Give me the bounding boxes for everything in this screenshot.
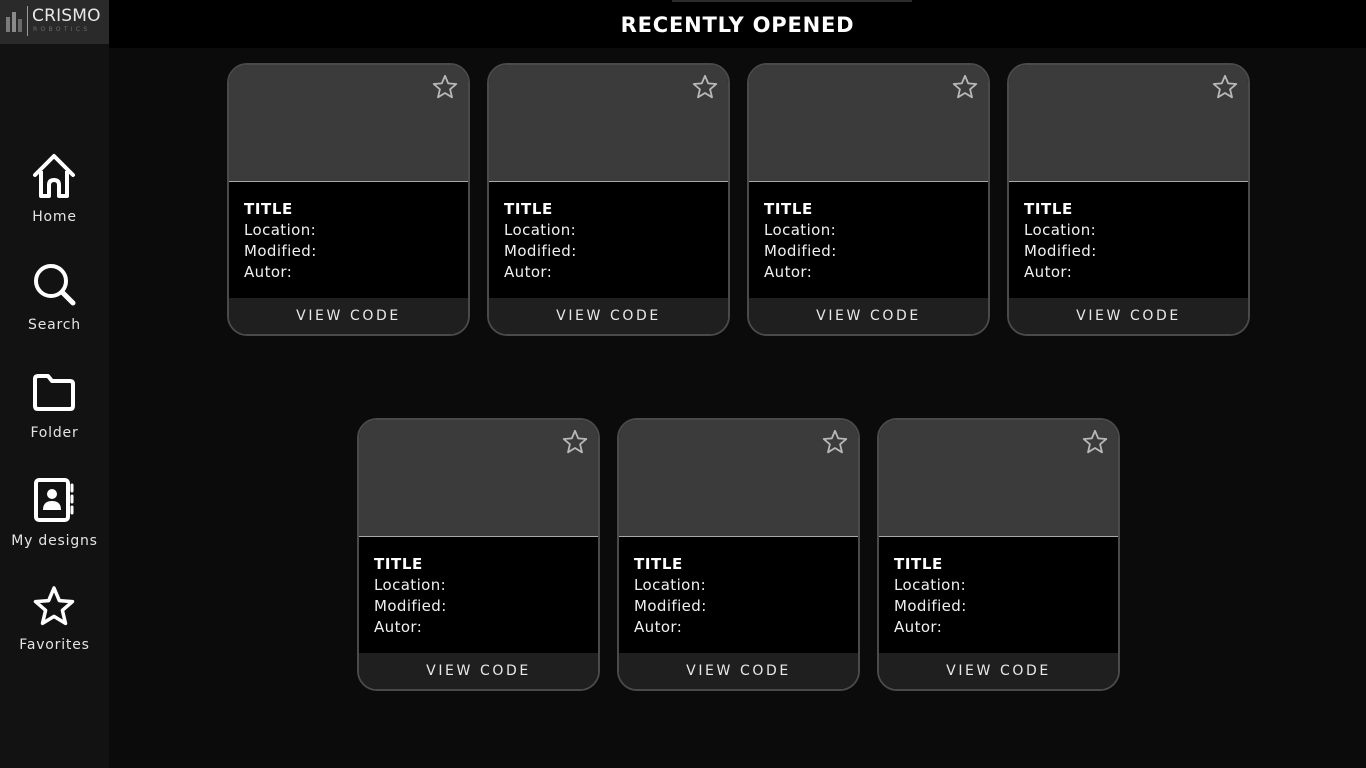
view-code-button[interactable]: VIEW CODE	[879, 653, 1118, 689]
search-icon	[34, 264, 76, 306]
favorite-star-icon[interactable]	[432, 74, 458, 100]
card-author: Autor:	[634, 618, 683, 636]
card-info: TITLE Location: Modified: Autor:	[1024, 199, 1234, 283]
view-code-button[interactable]: VIEW CODE	[229, 298, 468, 334]
design-card[interactable]: TITLE Location: Modified: Autor: VIEW CODE	[487, 63, 730, 336]
card-title: TITLE	[244, 200, 293, 218]
design-card[interactable]: TITLE Location: Modified: Autor: VIEW CODE	[227, 63, 470, 336]
favorite-star-icon[interactable]	[692, 74, 718, 100]
favorite-star-icon[interactable]	[562, 429, 588, 455]
card-info: TITLE Location: Modified: Autor:	[504, 199, 714, 283]
card-author: Autor:	[374, 618, 423, 636]
contact-book-icon	[34, 478, 74, 522]
card-title: TITLE	[764, 200, 813, 218]
nav-search-label: Search	[28, 317, 81, 333]
card-info: TITLE Location: Modified: Autor:	[374, 554, 584, 638]
card-location: Location:	[634, 576, 707, 594]
nav-home-label: Home	[32, 209, 77, 225]
view-code-button[interactable]: VIEW CODE	[359, 653, 598, 689]
star-icon	[33, 586, 75, 626]
card-modified: Modified:	[504, 242, 577, 260]
card-title: TITLE	[634, 555, 683, 573]
card-author: Autor:	[764, 263, 813, 281]
card-location: Location:	[504, 221, 577, 239]
favorite-star-icon[interactable]	[822, 429, 848, 455]
header-tab-indicator	[672, 0, 912, 2]
design-card[interactable]: TITLE Location: Modified: Autor: VIEW CODE	[357, 418, 600, 691]
nav-folder-label: Folder	[30, 425, 79, 441]
card-location: Location:	[764, 221, 837, 239]
card-author: Autor:	[504, 263, 553, 281]
view-code-button[interactable]: VIEW CODE	[489, 298, 728, 334]
card-location: Location:	[894, 576, 967, 594]
card-modified: Modified:	[374, 597, 447, 615]
favorite-star-icon[interactable]	[1212, 74, 1238, 100]
card-author: Autor:	[1024, 263, 1073, 281]
card-title: TITLE	[374, 555, 423, 573]
favorite-star-icon[interactable]	[1082, 429, 1108, 455]
nav-folder[interactable]: Folder	[0, 369, 109, 461]
card-modified: Modified:	[1024, 242, 1097, 260]
nav-search[interactable]: Search	[0, 261, 109, 353]
card-modified: Modified:	[634, 597, 707, 615]
folder-icon	[33, 374, 75, 411]
brand-tagline: ROBOTICS	[33, 26, 91, 33]
nav-home[interactable]: Home	[0, 153, 109, 245]
logo-divider	[27, 6, 28, 36]
card-title: TITLE	[504, 200, 553, 218]
card-location: Location:	[244, 221, 317, 239]
card-author: Autor:	[244, 263, 293, 281]
page-title: RECENTLY OPENED	[109, 13, 1366, 37]
favorite-star-icon[interactable]	[952, 74, 978, 100]
logo-icon	[6, 12, 22, 32]
design-card[interactable]: TITLE Location: Modified: Autor: VIEW CODE	[1007, 63, 1250, 336]
card-location: Location:	[1024, 221, 1097, 239]
sidebar: CRISMO ROBOTICS Home Search Folder My de…	[0, 0, 109, 768]
header: RECENTLY OPENED	[109, 0, 1366, 48]
view-code-button[interactable]: VIEW CODE	[1009, 298, 1248, 334]
card-location: Location:	[374, 576, 447, 594]
brand-logo[interactable]: CRISMO ROBOTICS	[0, 0, 109, 44]
view-code-button[interactable]: VIEW CODE	[749, 298, 988, 334]
home-icon	[33, 154, 75, 198]
design-card[interactable]: TITLE Location: Modified: Autor: VIEW CODE	[617, 418, 860, 691]
card-modified: Modified:	[894, 597, 967, 615]
card-info: TITLE Location: Modified: Autor:	[634, 554, 844, 638]
design-card[interactable]: TITLE Location: Modified: Autor: VIEW CODE	[877, 418, 1120, 691]
brand-name: CRISMO	[32, 6, 101, 26]
nav-my-designs[interactable]: My designs	[0, 477, 109, 569]
design-card[interactable]: TITLE Location: Modified: Autor: VIEW CODE	[747, 63, 990, 336]
nav-favorites[interactable]: Favorites	[0, 585, 109, 677]
nav-favorites-label: Favorites	[19, 637, 90, 653]
card-author: Autor:	[894, 618, 943, 636]
card-modified: Modified:	[244, 242, 317, 260]
page-title-text: RECENTLY OPENED	[620, 13, 855, 37]
card-info: TITLE Location: Modified: Autor:	[764, 199, 974, 283]
card-title: TITLE	[1024, 200, 1073, 218]
view-code-button[interactable]: VIEW CODE	[619, 653, 858, 689]
nav-my-designs-label: My designs	[11, 533, 98, 549]
card-modified: Modified:	[764, 242, 837, 260]
card-info: TITLE Location: Modified: Autor:	[894, 554, 1104, 638]
card-info: TITLE Location: Modified: Autor:	[244, 199, 454, 283]
card-title: TITLE	[894, 555, 943, 573]
